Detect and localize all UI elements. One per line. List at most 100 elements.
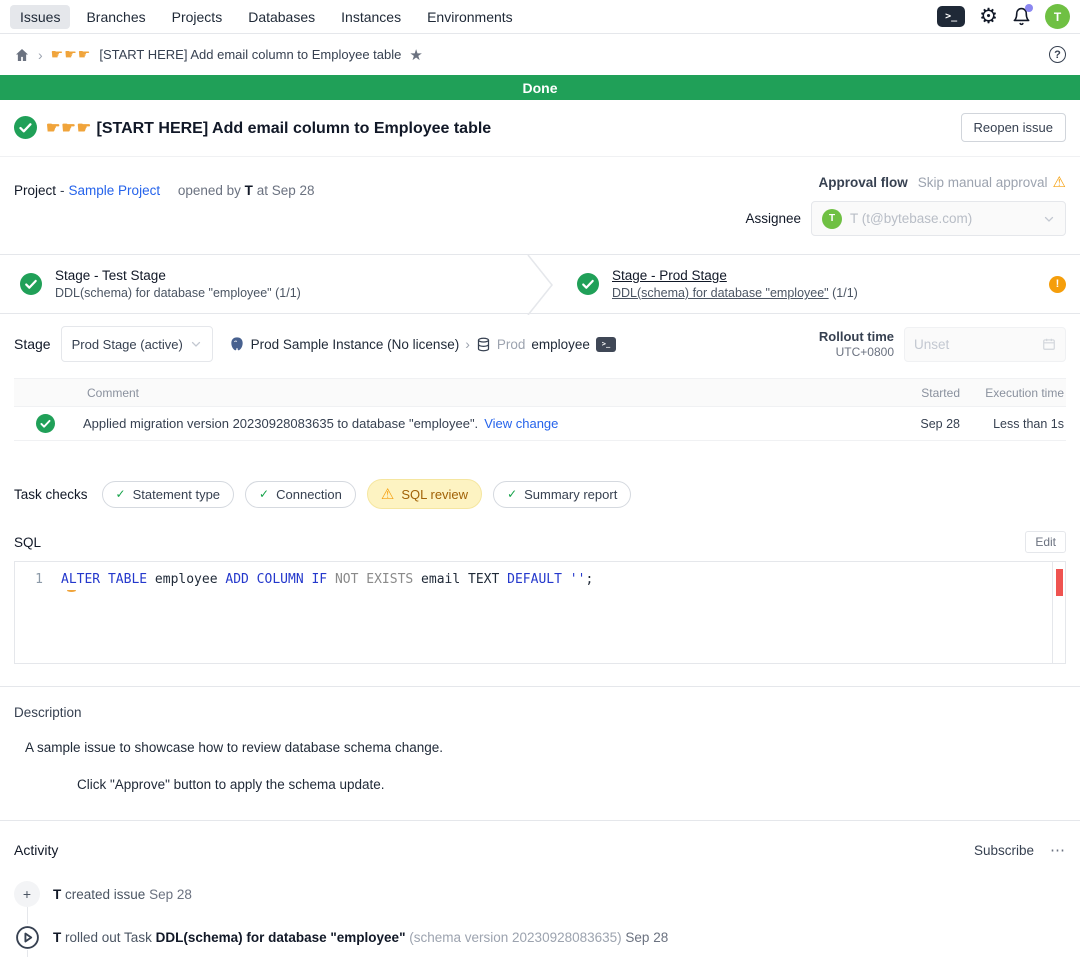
more-options-icon[interactable]: ⋯ — [1050, 841, 1066, 859]
open-in-sql-editor-icon[interactable]: >_ — [596, 337, 616, 352]
nav-tab-databases[interactable]: Databases — [238, 5, 325, 29]
database-link[interactable]: employee — [531, 337, 590, 352]
task-checks-row: Task checks ✓Statement type ✓Connection … — [0, 441, 1080, 509]
issue-header: ☛☛☛ [START HERE] Add email column to Emp… — [0, 100, 1080, 157]
user-avatar[interactable]: T — [1045, 4, 1070, 29]
assignee-value: T (t@bytebase.com) — [850, 211, 1035, 226]
stage-select-value: Prod Stage (active) — [72, 337, 183, 352]
stage-card-prod[interactable]: Stage - Prod Stage DDL(schema) for datab… — [557, 255, 1080, 313]
edit-sql-button[interactable]: Edit — [1025, 531, 1066, 553]
activity-text: T created issue Sep 28 — [53, 887, 192, 902]
help-icon[interactable]: ? — [1049, 46, 1066, 63]
top-nav: Issues Branches Projects Databases Insta… — [0, 0, 1080, 34]
view-change-link[interactable]: View change — [484, 416, 558, 431]
check-connection[interactable]: ✓Connection — [245, 481, 356, 508]
sql-editor-icon[interactable]: >_ — [937, 6, 965, 27]
database-icon — [476, 337, 491, 352]
bytebase-issue-page: Issues Branches Projects Databases Insta… — [0, 0, 1080, 957]
check-summary-report[interactable]: ✓Summary report — [493, 481, 631, 508]
stage-subtitle: DDL(schema) for database "employee" (1/1… — [55, 286, 509, 300]
stage-chevron-divider — [523, 255, 557, 315]
terminal-prompt-glyph: >_ — [602, 340, 610, 348]
terminal-prompt-glyph: >_ — [945, 11, 957, 22]
editor-overview-ruler — [1052, 562, 1065, 663]
description-line: Click "Approve" button to apply the sche… — [77, 777, 1066, 792]
reopen-issue-button[interactable]: Reopen issue — [961, 113, 1067, 142]
task-run-table: Comment Started Execution time Applied m… — [14, 378, 1066, 441]
issue-title-text: [START HERE] Add email column to Employe… — [96, 120, 491, 137]
rollout-labels: Rollout time UTC+0800 — [819, 329, 894, 359]
stage-select[interactable]: Prod Stage (active) — [61, 326, 213, 362]
stage-bar: Stage - Test Stage DDL(schema) for datab… — [0, 254, 1080, 314]
instance-link[interactable]: Prod Sample Instance (No license) — [251, 337, 460, 352]
breadcrumb-row: › ☛☛☛ [START HERE] Add email column to E… — [0, 34, 1080, 75]
sql-warning-marker — [67, 589, 76, 592]
rollout-play-icon — [14, 924, 40, 950]
main-nav-tabs: Issues Branches Projects Databases Insta… — [10, 5, 523, 29]
pointer-hands-icon: ☛☛☛ — [51, 46, 92, 63]
nav-tab-issues[interactable]: Issues — [10, 5, 70, 29]
project-label: Project — [14, 183, 56, 198]
activity-item: + T created issue Sep 28 — [14, 881, 1066, 907]
nav-tab-instances[interactable]: Instances — [331, 5, 411, 29]
task-comment-text: Applied migration version 20230928083635… — [83, 416, 478, 431]
stage-select-label: Stage — [14, 336, 51, 352]
check-statement-type[interactable]: ✓Statement type — [102, 481, 235, 508]
timeline-connector — [27, 907, 28, 924]
breadcrumb: › ☛☛☛ [START HERE] Add email column to E… — [14, 46, 423, 64]
breadcrumb-issue-title[interactable]: [START HERE] Add email column to Employe… — [99, 47, 401, 62]
create-icon: + — [14, 881, 40, 907]
rollout-time-label: Rollout time — [819, 329, 894, 344]
warning-icon: ⚠ — [381, 485, 394, 503]
project-link[interactable]: Sample Project — [69, 183, 161, 198]
opened-by-user: T — [245, 183, 253, 198]
approval-flow-label: Approval flow — [818, 175, 907, 190]
stage-alert-icon[interactable]: ! — [1049, 276, 1066, 293]
breadcrumb-separator-icon: › — [38, 47, 43, 63]
meta-right: Approval flow Skip manual approval⚠ Assi… — [745, 173, 1066, 236]
notification-bell-icon[interactable] — [1012, 7, 1031, 26]
stage-title: Stage - Test Stage — [55, 268, 509, 283]
subscribe-button[interactable]: Subscribe — [974, 843, 1034, 858]
nav-tab-projects[interactable]: Projects — [162, 5, 233, 29]
rollout-time-input[interactable] — [914, 337, 1042, 352]
nav-tab-environments[interactable]: Environments — [417, 5, 523, 29]
editor-error-marker — [1056, 569, 1063, 596]
activity-text: T rolled out Task DDL(schema) for databa… — [53, 930, 668, 945]
chevron-down-icon — [1043, 213, 1055, 225]
assignee-label: Assignee — [745, 211, 801, 226]
stage-subtitle: DDL(schema) for database "employee" (1/1… — [612, 286, 1036, 300]
project-line: Project-Sample Project opened by T at Se… — [14, 173, 314, 236]
issue-meta: Project-Sample Project opened by T at Se… — [0, 157, 1080, 254]
assignee-select[interactable]: T T (t@bytebase.com) — [811, 201, 1066, 236]
rollout-timezone: UTC+0800 — [819, 345, 894, 359]
approval-flow-value: Skip manual approval⚠ — [918, 173, 1066, 191]
stage-title: Stage - Prod Stage — [612, 268, 1036, 283]
activity-section: Activity Subscribe ⋯ + T created issue S… — [0, 821, 1080, 957]
task-checks-label: Task checks — [14, 487, 88, 502]
check-sql-review[interactable]: ⚠SQL review — [367, 479, 482, 509]
dash: - — [60, 183, 65, 198]
status-banner: Done — [0, 75, 1080, 100]
rollout-time-block: Rollout time UTC+0800 — [819, 327, 1066, 362]
assignee-row: Assignee T T (t@bytebase.com) — [745, 201, 1066, 236]
calendar-icon — [1042, 337, 1056, 351]
assignee-avatar: T — [822, 209, 842, 229]
database-path: Prod Sample Instance (No license) › Prod… — [229, 336, 616, 352]
sql-editor[interactable]: 1 ALTER TABLE employee ADD COLUMN IF NOT… — [14, 561, 1066, 664]
nav-tab-branches[interactable]: Branches — [76, 5, 155, 29]
pointer-hands-icon: ☛☛☛ — [46, 120, 92, 137]
table-header-row: Comment Started Execution time — [14, 378, 1066, 407]
notification-dot — [1025, 4, 1033, 12]
gear-icon[interactable]: ⚙ — [979, 6, 998, 27]
stage-card-test[interactable]: Stage - Test Stage DDL(schema) for datab… — [0, 255, 523, 313]
line-number: 1 — [15, 571, 61, 589]
home-icon[interactable] — [14, 47, 30, 63]
stage-toolbar: Stage Prod Stage (active) Prod Sample In… — [0, 314, 1080, 372]
star-icon[interactable]: ★ — [409, 46, 422, 64]
nav-right-icons: >_ ⚙ T — [937, 4, 1070, 29]
activity-item: T rolled out Task DDL(schema) for databa… — [14, 924, 1066, 950]
table-row[interactable]: Applied migration version 20230928083635… — [14, 407, 1066, 440]
sql-label: SQL — [14, 535, 41, 550]
rollout-time-picker[interactable] — [904, 327, 1066, 362]
